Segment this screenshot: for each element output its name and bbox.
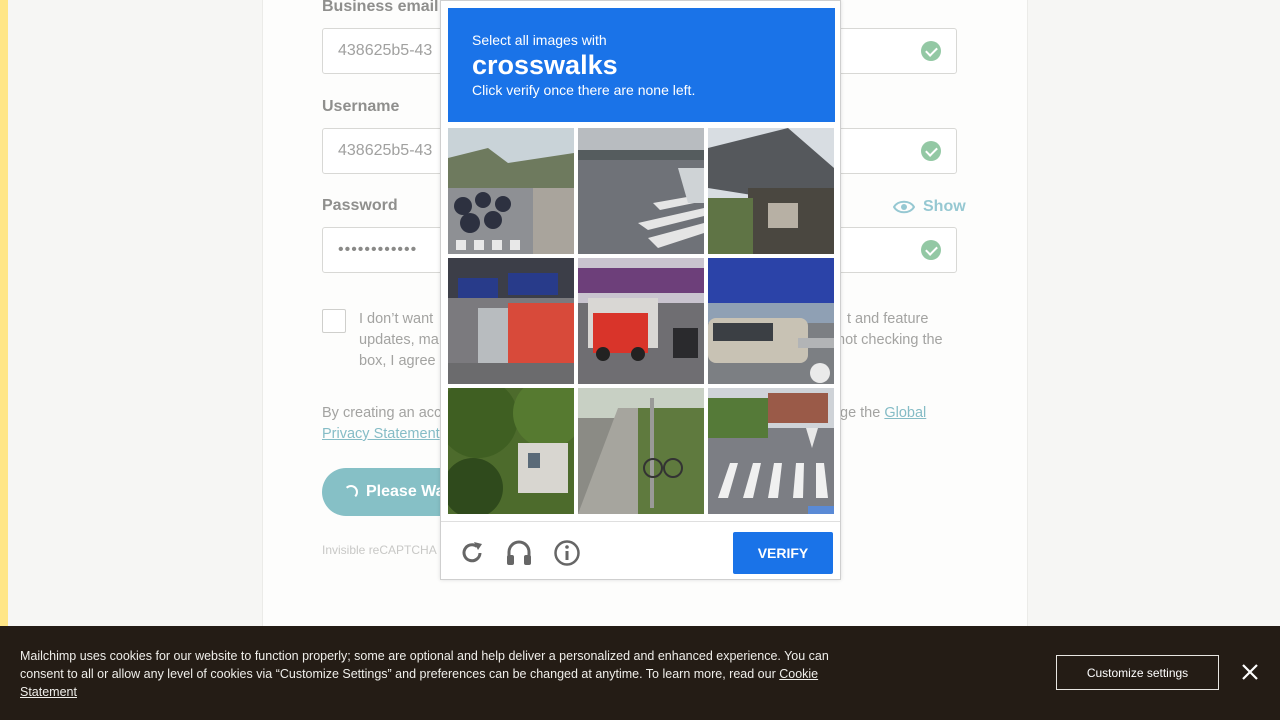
- privacy-statement-link[interactable]: Privacy Statement: [322, 426, 440, 442]
- captcha-hint: Click verify once there are none left.: [472, 82, 696, 98]
- check-icon: [921, 141, 941, 161]
- captcha-tile-4[interactable]: [448, 258, 574, 384]
- email-label: Business email: [322, 0, 439, 15]
- headphones-icon[interactable]: [505, 539, 533, 567]
- global-privacy-link[interactable]: Global: [884, 405, 926, 421]
- refresh-icon[interactable]: [458, 539, 486, 567]
- consent-line2-left: updates, ma: [359, 332, 439, 348]
- captcha-tile-9[interactable]: [708, 388, 834, 514]
- cookie-text: Mailchimp uses cookies for our website t…: [20, 647, 850, 701]
- eye-icon: [893, 200, 915, 214]
- captcha-tile-3[interactable]: [708, 128, 834, 254]
- captcha-image-grid: [448, 128, 835, 515]
- captcha-footer: VERIFY: [441, 521, 840, 579]
- terms-line1-left: By creating an acc: [322, 405, 442, 421]
- captcha-tile-8[interactable]: [578, 388, 704, 514]
- show-password-toggle[interactable]: Show: [893, 196, 966, 218]
- captcha-tile-7[interactable]: [448, 388, 574, 514]
- terms-line1-right: ge the: [840, 405, 881, 421]
- password-label: Password: [322, 197, 398, 214]
- marketing-opt-out-checkbox[interactable]: [322, 309, 346, 333]
- verify-button[interactable]: VERIFY: [733, 532, 833, 574]
- consent-line2-right: not checking the: [837, 332, 943, 348]
- cookie-message: Mailchimp uses cookies for our website t…: [20, 649, 829, 681]
- left-accent-strip: [0, 0, 8, 720]
- password-value: ••••••••••••: [338, 241, 418, 258]
- customize-settings-button[interactable]: Customize settings: [1056, 655, 1219, 690]
- submit-label: Please Wa: [366, 483, 445, 500]
- captcha-tile-1[interactable]: [448, 128, 574, 254]
- captcha-tile-2[interactable]: [578, 128, 704, 254]
- check-icon: [921, 240, 941, 260]
- check-icon: [921, 41, 941, 61]
- captcha-header: Select all images with crosswalks Click …: [448, 8, 835, 122]
- show-label: Show: [923, 198, 966, 215]
- close-icon[interactable]: [1240, 662, 1260, 682]
- info-icon[interactable]: [553, 539, 581, 567]
- consent-line3-left: box, I agree: [359, 353, 436, 369]
- username-value: 438625b5-43: [338, 142, 433, 159]
- recaptcha-note: Invisible reCAPTCHA: [322, 543, 437, 557]
- captcha-instruction: Select all images with: [472, 32, 607, 48]
- cookie-banner: Mailchimp uses cookies for our website t…: [0, 626, 1280, 720]
- captcha-target: crosswalks: [472, 50, 618, 80]
- email-value: 438625b5-43: [338, 42, 433, 59]
- captcha-challenge: Select all images with crosswalks Click …: [440, 0, 841, 580]
- username-label: Username: [322, 98, 400, 115]
- consent-line1-left: I don’t want: [359, 311, 434, 327]
- consent-line1-right: t and feature: [847, 311, 929, 327]
- captcha-tile-5[interactable]: [578, 258, 704, 384]
- loading-spinner-icon: [344, 485, 358, 499]
- captcha-tile-6[interactable]: [708, 258, 834, 384]
